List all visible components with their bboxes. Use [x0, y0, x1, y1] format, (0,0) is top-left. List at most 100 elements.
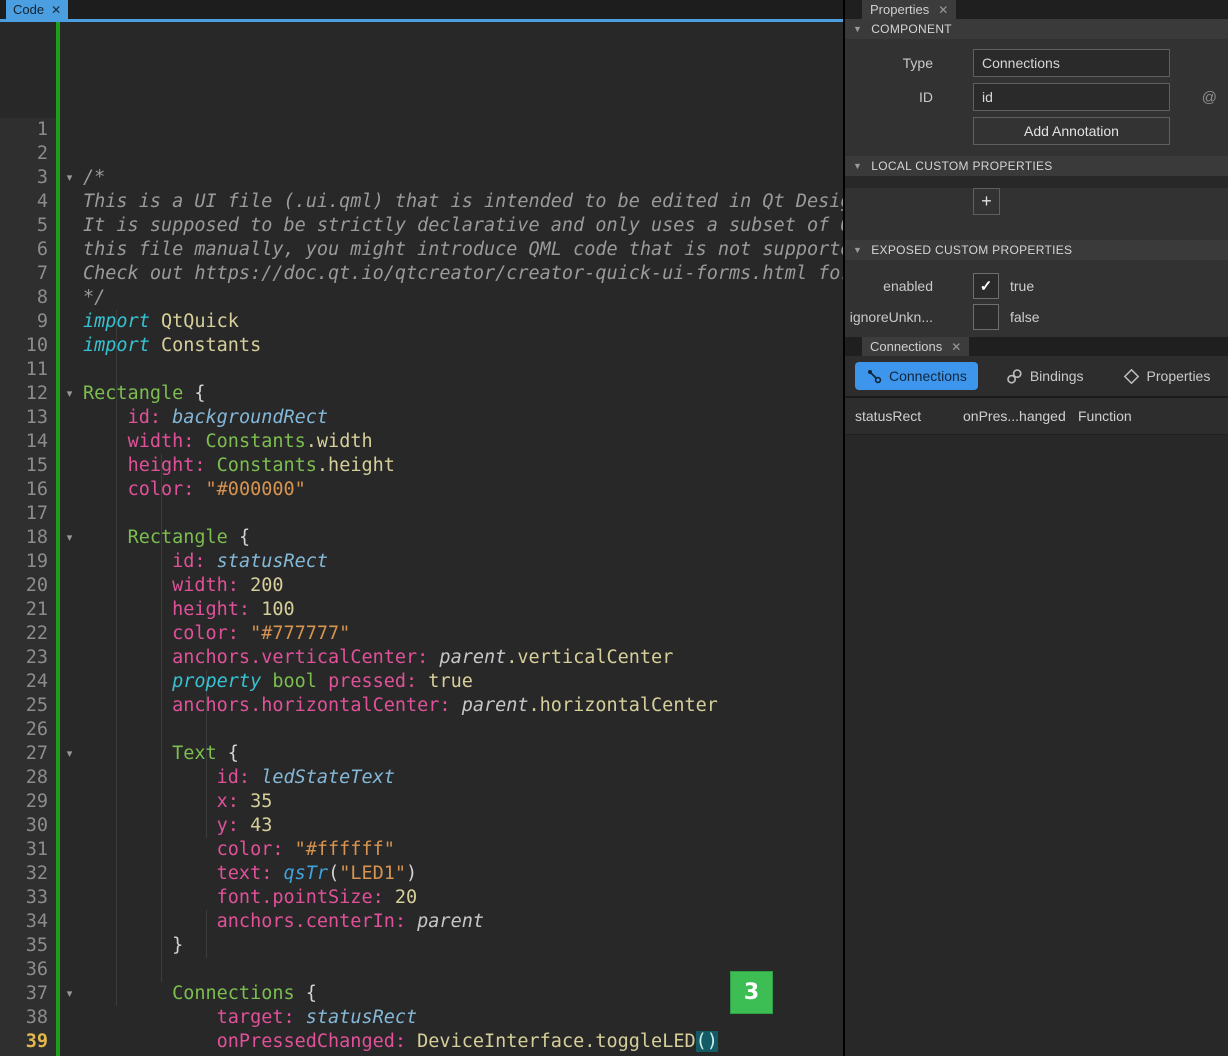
- line-number[interactable]: 26: [0, 718, 56, 742]
- line-number[interactable]: 3: [0, 166, 56, 190]
- code-line[interactable]: 4This is a UI file (.ui.qml) that is int…: [0, 190, 843, 214]
- code-line[interactable]: 1: [0, 118, 843, 142]
- code-line[interactable]: 21 height: 100: [0, 598, 843, 622]
- line-number[interactable]: 23: [0, 646, 56, 670]
- add-annotation-button[interactable]: Add Annotation: [973, 117, 1170, 145]
- code-line[interactable]: 22 color: "#777777": [0, 622, 843, 646]
- line-number[interactable]: 11: [0, 358, 56, 382]
- line-number[interactable]: 37: [0, 982, 56, 1006]
- code-line[interactable]: 31 color: "#ffffff": [0, 838, 843, 862]
- line-number[interactable]: 4: [0, 190, 56, 214]
- line-number[interactable]: 38: [0, 1006, 56, 1030]
- fold-arrow-icon[interactable]: ▾: [56, 742, 83, 766]
- code-line[interactable]: 3▾/*: [0, 166, 843, 190]
- code-line[interactable]: 9import QtQuick: [0, 310, 843, 334]
- line-number[interactable]: 21: [0, 598, 56, 622]
- line-number[interactable]: 22: [0, 622, 56, 646]
- code-line[interactable]: 15 height: Constants.height: [0, 454, 843, 478]
- connection-signal[interactable]: onPres...hanged: [963, 408, 1078, 424]
- code-line[interactable]: 37▾ Connections {: [0, 982, 843, 1006]
- line-number[interactable]: 16: [0, 478, 56, 502]
- code-line[interactable]: 26: [0, 718, 843, 742]
- line-number[interactable]: 27: [0, 742, 56, 766]
- close-icon[interactable]: ✕: [51, 4, 61, 16]
- tab-properties[interactable]: Properties ✕: [862, 0, 956, 19]
- code-line[interactable]: 7Check out https://doc.qt.io/qtcreator/c…: [0, 262, 843, 286]
- fold-arrow-icon[interactable]: ▾: [56, 526, 83, 550]
- line-number[interactable]: 24: [0, 670, 56, 694]
- toolbar-tab-connections[interactable]: Connections: [855, 362, 978, 390]
- code-line[interactable]: 28 id: ledStateText: [0, 766, 843, 790]
- id-field[interactable]: id: [973, 83, 1170, 111]
- line-number[interactable]: 32: [0, 862, 56, 886]
- code-line[interactable]: 19 id: statusRect: [0, 550, 843, 574]
- connection-action[interactable]: Function: [1078, 408, 1228, 424]
- code-line[interactable]: 20 width: 200: [0, 574, 843, 598]
- line-number[interactable]: 30: [0, 814, 56, 838]
- checkbox[interactable]: [973, 304, 999, 330]
- code-line[interactable]: 25 anchors.horizontalCenter: parent.hori…: [0, 694, 843, 718]
- code-line[interactable]: 17: [0, 502, 843, 526]
- line-number[interactable]: 12: [0, 382, 56, 406]
- section-header-exposed-custom-properties[interactable]: ▼ EXPOSED CUSTOM PROPERTIES: [845, 240, 1228, 260]
- code-line[interactable]: 36: [0, 958, 843, 982]
- line-number[interactable]: 5: [0, 214, 56, 238]
- line-number[interactable]: 7: [0, 262, 56, 286]
- line-number[interactable]: 15: [0, 454, 56, 478]
- code-line[interactable]: 24 property bool pressed: true: [0, 670, 843, 694]
- code-editor[interactable]: Code ✕ 123▾/*4This is a UI file (.ui.qml…: [0, 0, 843, 1056]
- line-number[interactable]: 14: [0, 430, 56, 454]
- line-number[interactable]: 1: [0, 118, 56, 142]
- line-number[interactable]: 33: [0, 886, 56, 910]
- line-number[interactable]: 20: [0, 574, 56, 598]
- fold-arrow-icon[interactable]: ▾: [56, 382, 83, 406]
- line-number[interactable]: 8: [0, 286, 56, 310]
- code-line[interactable]: 14 width: Constants.width: [0, 430, 843, 454]
- code-line[interactable]: 2: [0, 142, 843, 166]
- line-number[interactable]: 28: [0, 766, 56, 790]
- code-line[interactable]: 6this file manually, you might introduce…: [0, 238, 843, 262]
- code-line[interactable]: 8*/: [0, 286, 843, 310]
- section-header-component[interactable]: ▼ COMPONENT: [845, 19, 1228, 39]
- type-field[interactable]: Connections: [973, 49, 1170, 77]
- code-line[interactable]: 5It is supposed to be strictly declarati…: [0, 214, 843, 238]
- toolbar-tab-properties[interactable]: Properties: [1112, 362, 1222, 390]
- line-number[interactable]: 31: [0, 838, 56, 862]
- line-number[interactable]: 29: [0, 790, 56, 814]
- line-number[interactable]: 10: [0, 334, 56, 358]
- line-number[interactable]: 6: [0, 238, 56, 262]
- code-line[interactable]: 10import Constants: [0, 334, 843, 358]
- code-line[interactable]: 13 id: backgroundRect: [0, 406, 843, 430]
- code-line[interactable]: 12▾Rectangle {: [0, 382, 843, 406]
- code-line[interactable]: 30 y: 43: [0, 814, 843, 838]
- code-line[interactable]: 33 font.pointSize: 20: [0, 886, 843, 910]
- close-icon[interactable]: ✕: [951, 341, 961, 353]
- line-number[interactable]: 39: [0, 1030, 56, 1054]
- code-line[interactable]: 34 anchors.centerIn: parent: [0, 910, 843, 934]
- connection-target[interactable]: statusRect: [855, 408, 963, 424]
- fold-arrow-icon[interactable]: ▾: [56, 166, 83, 190]
- line-number[interactable]: 2: [0, 142, 56, 166]
- checkbox[interactable]: ✓: [973, 273, 999, 299]
- line-number[interactable]: 9: [0, 310, 56, 334]
- connection-row[interactable]: statusRectonPres...hangedFunction: [845, 398, 1228, 435]
- line-number[interactable]: 25: [0, 694, 56, 718]
- code-line[interactable]: 23 anchors.verticalCenter: parent.vertic…: [0, 646, 843, 670]
- annotation-at-icon[interactable]: @: [1202, 89, 1217, 106]
- line-number[interactable]: 17: [0, 502, 56, 526]
- line-number[interactable]: 18: [0, 526, 56, 550]
- tab-code[interactable]: Code ✕: [6, 0, 68, 19]
- code-line[interactable]: 11: [0, 358, 843, 382]
- code-line[interactable]: 32 text: qsTr("LED1"): [0, 862, 843, 886]
- code-line[interactable]: 18▾ Rectangle {: [0, 526, 843, 550]
- toolbar-tab-bindings[interactable]: Bindings: [995, 362, 1095, 390]
- add-property-button[interactable]: +: [973, 188, 1000, 215]
- line-number[interactable]: 34: [0, 910, 56, 934]
- fold-arrow-icon[interactable]: ▾: [56, 982, 83, 1006]
- code-area[interactable]: 123▾/*4This is a UI file (.ui.qml) that …: [0, 22, 843, 1056]
- section-header-local-custom-properties[interactable]: ▼ LOCAL CUSTOM PROPERTIES: [845, 156, 1228, 176]
- code-line[interactable]: 38 target: statusRect: [0, 1006, 843, 1030]
- line-number[interactable]: 36: [0, 958, 56, 982]
- line-number[interactable]: 35: [0, 934, 56, 958]
- line-number[interactable]: 19: [0, 550, 56, 574]
